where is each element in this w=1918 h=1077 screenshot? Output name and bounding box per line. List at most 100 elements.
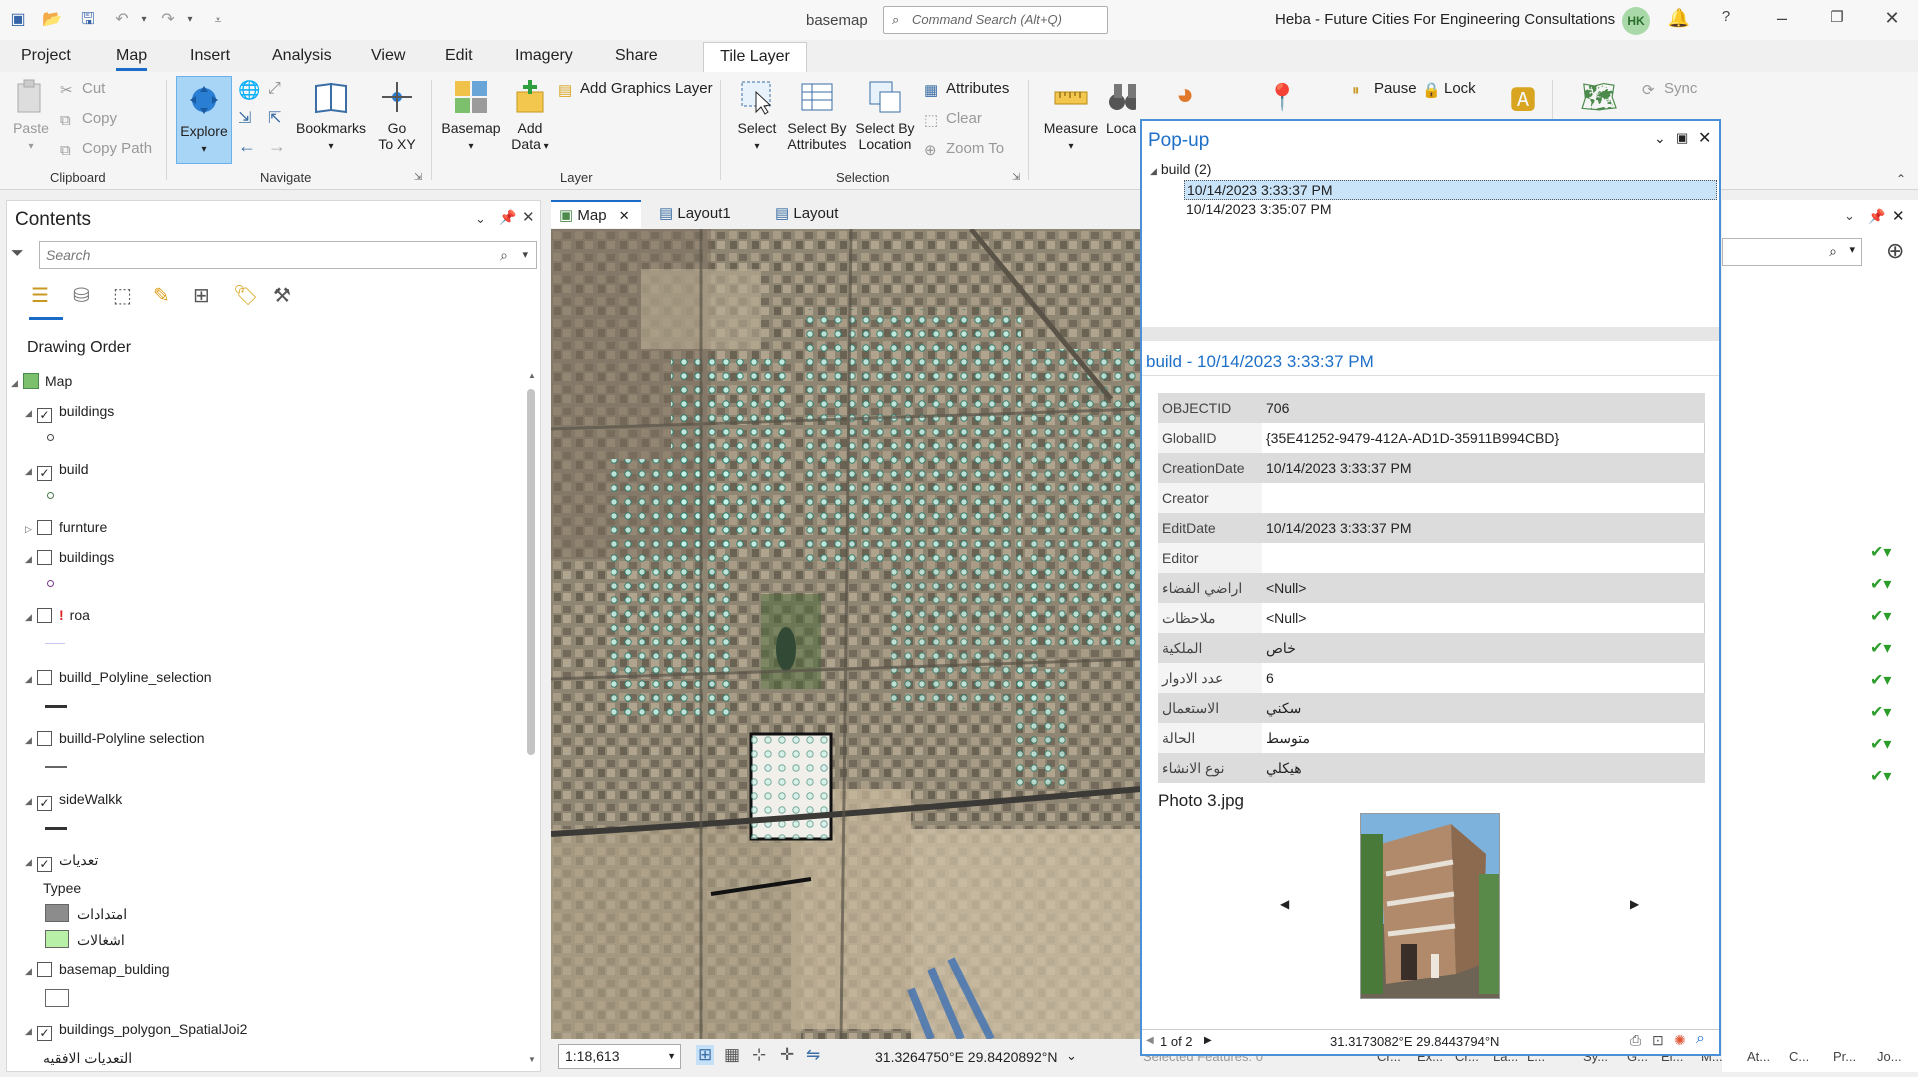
zoom-in-fixed-icon[interactable]: ⇲ — [238, 108, 251, 128]
splitter[interactable] — [1142, 327, 1719, 341]
fixed-zoom-icon[interactable]: ⤢ — [268, 80, 281, 98]
layer-checkbox[interactable]: ✓ — [37, 1026, 52, 1041]
tab-map[interactable]: Map — [116, 47, 148, 71]
pin-icon[interactable]: 📌 — [499, 209, 516, 226]
contents-scrollbar[interactable]: ▲ ▼ — [525, 371, 537, 1064]
tab-analysis[interactable]: Analysis — [272, 47, 332, 65]
copy-button[interactable]: ⧉ Copy — [60, 110, 117, 129]
layer-row[interactable]: ◢ buildings — [25, 547, 114, 567]
selection-launcher-icon[interactable]: ⇲ — [1012, 172, 1020, 183]
popup-options-icon[interactable]: ⌄ — [1654, 130, 1666, 147]
list-by-snapping-icon[interactable]: ⊞ — [193, 283, 210, 308]
collapse-icon[interactable]: ◢ — [25, 549, 37, 569]
copy-path-button[interactable]: ⧉ Copy Path — [60, 140, 152, 159]
explore-button[interactable]: Explore ▾ — [176, 76, 232, 164]
cut-button[interactable]: ✂ Cut — [60, 80, 105, 99]
previous-extent-icon[interactable]: ← — [238, 136, 256, 157]
command-search-input[interactable]: ⌕ Command Search (Alt+Q) — [883, 6, 1108, 34]
infographics-icon[interactable]: ◕ — [1176, 78, 1194, 112]
tab-insert[interactable]: Insert — [190, 47, 230, 65]
geoprocessing-search-input[interactable]: ⌕ ▾ — [1722, 238, 1862, 266]
zoom-to-selection-button[interactable]: ⊕ Zoom To — [924, 140, 1004, 159]
layer-checkbox[interactable] — [37, 670, 52, 685]
layer-row[interactable]: ◢ ✓ تعديات — [25, 850, 98, 872]
undo-icon[interactable]: ↶ — [112, 10, 132, 30]
status-item[interactable]: C... — [1789, 1049, 1809, 1064]
layer-row[interactable]: ◢ basemap_bulding — [25, 959, 170, 979]
tree-map-node[interactable]: ◢ Map — [11, 371, 72, 391]
status-item[interactable]: Jo... — [1877, 1049, 1902, 1064]
layer-checkbox[interactable]: ✓ — [37, 857, 52, 872]
snapping-icon[interactable]: ⊹ — [752, 1045, 766, 1065]
next-attachment-icon[interactable]: ▶ — [1630, 897, 1639, 911]
list-by-drawing-order-icon[interactable]: ☰ — [31, 283, 49, 308]
refresh-icon[interactable]: ⇋ — [806, 1045, 820, 1065]
next-extent-icon[interactable]: → — [268, 136, 286, 157]
paste-button[interactable]: Paste ▾ — [10, 78, 52, 155]
redo-icon[interactable]: ↷ — [158, 10, 178, 30]
layer-checkbox[interactable] — [37, 608, 52, 623]
avatar[interactable]: HK — [1622, 7, 1650, 35]
list-by-data-source-icon[interactable]: ⛁ — [73, 283, 90, 308]
pane-options-icon[interactable]: ⌄ — [475, 211, 486, 227]
layer-row[interactable]: ▷ furnture — [25, 517, 107, 537]
previous-record-icon[interactable]: ◀ — [1146, 1035, 1154, 1046]
attachment-photo[interactable] — [1360, 813, 1500, 999]
layer-row[interactable]: ◢ ✓ sideWalkk — [25, 789, 122, 811]
close-pane-icon[interactable]: ✕ — [1892, 207, 1905, 225]
units-dropdown-icon[interactable]: ⌄ — [1066, 1048, 1077, 1064]
list-by-editing-icon[interactable]: ✎ — [153, 283, 170, 308]
navigate-launcher-icon[interactable]: ⇲ — [414, 172, 422, 183]
collapse-icon[interactable]: ◢ — [25, 461, 37, 481]
layer-checkbox[interactable]: ✓ — [37, 796, 52, 811]
restore-button[interactable]: ❐ — [1825, 8, 1849, 26]
lock-labels-button[interactable]: 🔒 Lock — [1422, 80, 1476, 99]
help-icon[interactable]: ? — [1714, 8, 1738, 25]
collapse-icon[interactable]: ◢ — [25, 791, 37, 811]
layer-checkbox[interactable]: ✓ — [37, 466, 52, 481]
measure-button[interactable]: Measure ▾ — [1038, 78, 1104, 155]
grid-icon[interactable]: ▦ — [724, 1045, 740, 1065]
layer-checkbox[interactable] — [37, 550, 52, 565]
full-extent-icon[interactable]: 🌐 — [238, 80, 260, 101]
layer-row[interactable]: ◢ ✓ build — [25, 459, 89, 481]
status-item[interactable]: Pr... — [1833, 1049, 1856, 1064]
popup-tree-root[interactable]: ◢ build (2) — [1150, 161, 1211, 177]
zoom-to-feature-icon[interactable]: ⌕ — [1696, 1030, 1705, 1048]
select-by-attributes-button[interactable]: Select By Attributes — [784, 78, 850, 152]
locate-button[interactable]: Loca — [1106, 78, 1136, 136]
collapse-icon[interactable]: ◢ — [25, 730, 37, 750]
tab-map-view[interactable]: ▣ Map ✕ — [551, 200, 641, 228]
tab-tile-layer[interactable]: Tile Layer — [703, 42, 807, 72]
popup-record[interactable]: 10/14/2023 3:35:07 PM — [1186, 201, 1332, 217]
basemap-button[interactable]: Basemap ▾ — [438, 78, 504, 155]
tab-share[interactable]: Share — [615, 47, 658, 65]
constraint-icon[interactable]: ✛ — [780, 1045, 794, 1065]
list-by-perspective-icon[interactable]: ⚒ — [273, 283, 291, 308]
download-map-icon[interactable]: 🗺 — [1580, 80, 1618, 115]
undo-dropdown-icon[interactable]: ▾ — [134, 10, 154, 30]
flash-icon[interactable]: ✺ — [1674, 1032, 1686, 1049]
close-pane-icon[interactable]: ✕ — [522, 208, 535, 226]
collapse-ribbon-icon[interactable]: ⌃ — [1896, 172, 1906, 186]
layer-checkbox[interactable]: ✓ — [37, 408, 52, 423]
layer-row[interactable]: ◢ ✓ buildings_polygon_SpatialJoi2 — [25, 1019, 247, 1041]
maximize-icon[interactable]: ▣ — [1676, 130, 1688, 146]
collapse-icon[interactable]: ◢ — [25, 607, 37, 627]
search-options-icon[interactable]: ▾ — [1849, 243, 1855, 256]
close-popup-icon[interactable]: ✕ — [1698, 128, 1711, 148]
bookmarks-button[interactable]: Bookmarks ▾ — [292, 78, 370, 155]
pane-options-icon[interactable]: ⌄ — [1844, 208, 1855, 224]
list-by-labeling-icon[interactable]: 🏷 — [233, 283, 258, 308]
layer-checkbox[interactable] — [37, 731, 52, 746]
go-to-xy-button[interactable]: Go To XY — [374, 78, 420, 152]
zoom-out-fixed-icon[interactable]: ⇱ — [268, 108, 281, 128]
pin-icon[interactable]: 📌 — [1868, 208, 1885, 225]
tab-layout1[interactable]: ▤ Layout1 — [655, 200, 731, 228]
collapse-icon[interactable]: ◢ — [25, 852, 37, 872]
add-graphics-layer-button[interactable]: ▤ Add Graphics Layer — [558, 80, 713, 99]
collapse-icon[interactable]: ◢ — [25, 1021, 37, 1041]
add-circle-icon[interactable]: ⊕ — [1886, 238, 1904, 264]
print-icon[interactable]: ⎙ — [1630, 1032, 1641, 1049]
close-tab-icon[interactable]: ✕ — [619, 208, 630, 223]
